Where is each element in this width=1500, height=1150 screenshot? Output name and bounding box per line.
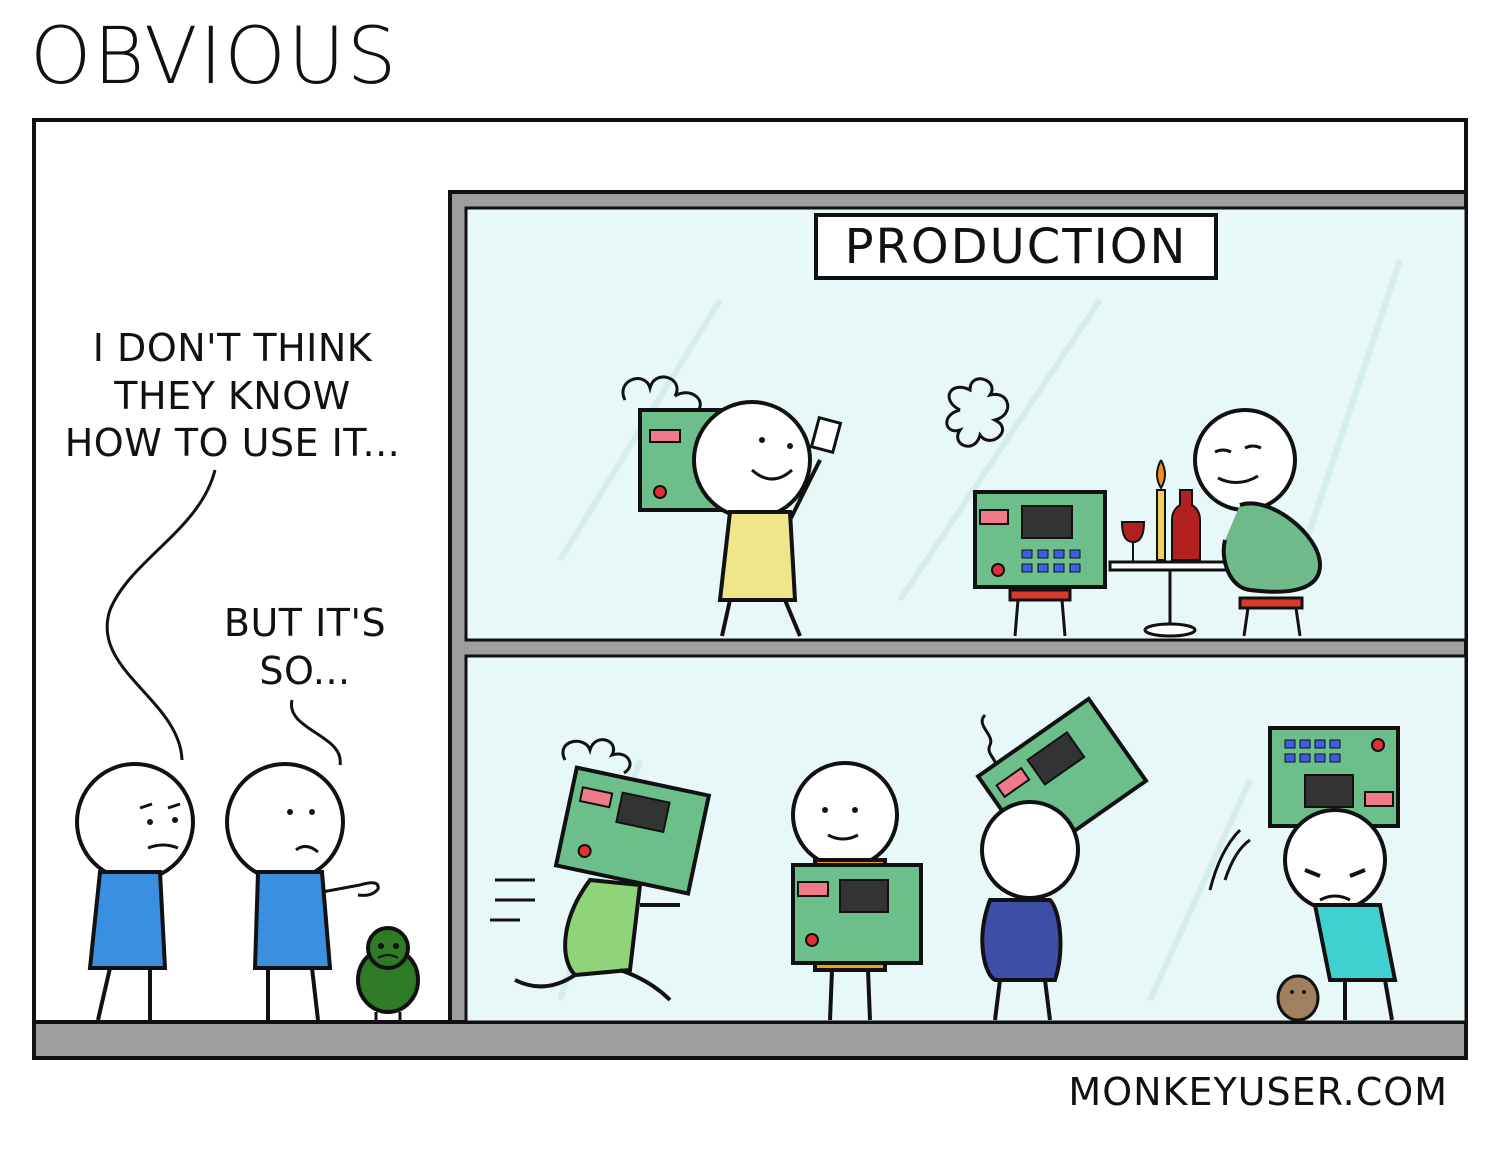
site-signature[interactable]: MONKEYUSER.COM <box>1068 1070 1448 1114</box>
person-left-skeptical <box>75 762 195 1021</box>
speech-bubble-right: BUT IT'S SO... <box>200 600 410 695</box>
comic-illustration <box>32 190 1468 1060</box>
green-bug <box>356 926 420 1020</box>
production-sign-label: PRODUCTION <box>844 219 1188 275</box>
speech-tail-left <box>105 469 217 761</box>
speech-left-line-2: THEY KNOW <box>114 373 351 418</box>
speech-right-line-1: BUT IT'S <box>223 601 387 645</box>
speech-left-line-1: I DON'T THINK <box>92 326 373 370</box>
brown-bug <box>1276 974 1320 1022</box>
speech-bubble-left: I DON'T THINK THEY KNOW HOW TO USE IT... <box>60 325 405 468</box>
floor <box>32 1020 1468 1060</box>
speech-tail-right <box>290 699 342 766</box>
speech-left-line-3: HOW TO USE IT... <box>64 421 401 465</box>
person-right-pointing <box>225 762 380 1021</box>
speech-right-line-2: SO... <box>259 648 351 693</box>
